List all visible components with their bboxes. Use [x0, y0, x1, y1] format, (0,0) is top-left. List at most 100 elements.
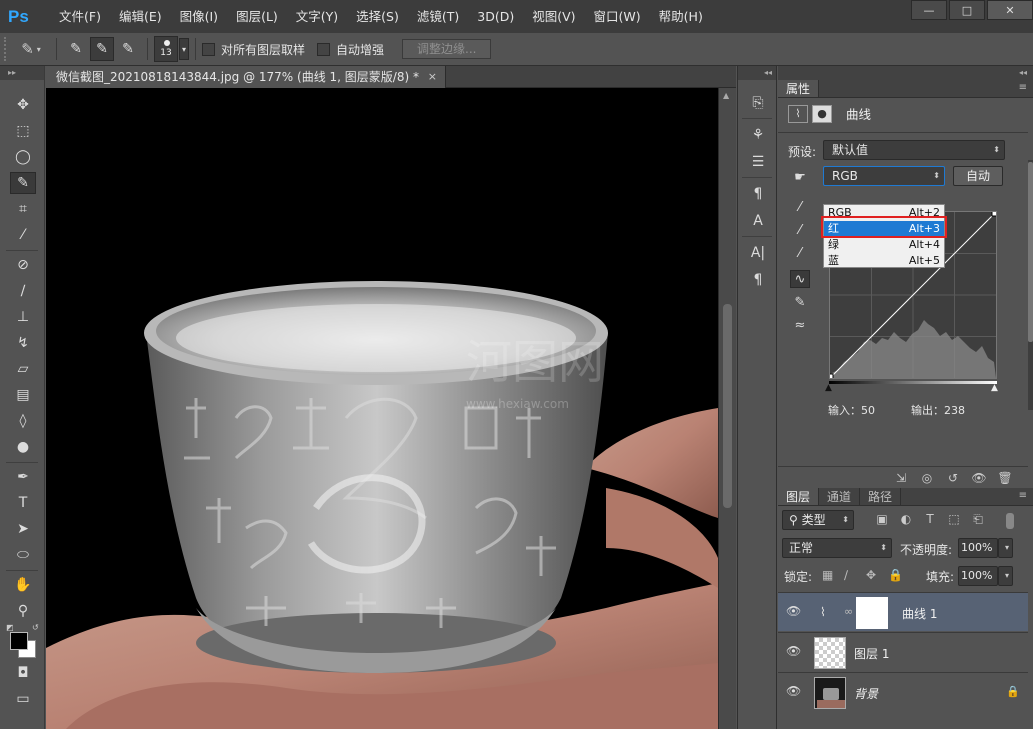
options-grip[interactable]: [4, 37, 12, 61]
layer-row-background[interactable]: 👁 背景 🔒: [778, 672, 1028, 711]
toolbox-collapse[interactable]: ▸▸: [0, 66, 44, 80]
strip-collapse[interactable]: ◂◂: [738, 66, 776, 80]
scroll-up-icon[interactable]: ▲: [723, 91, 729, 100]
eyedropper-tool[interactable]: ⁄: [10, 224, 36, 246]
eye-icon[interactable]: 👁: [786, 684, 801, 698]
type-filter-icon[interactable]: T: [918, 512, 942, 527]
close-document-icon[interactable]: ×: [428, 66, 437, 88]
target-adjust-tool[interactable]: ☛: [790, 168, 810, 186]
auto-button[interactable]: 自动: [953, 166, 1003, 186]
clone-stamp-tool[interactable]: ⊥: [10, 306, 36, 328]
channel-option-blue[interactable]: 蓝 Alt+5: [824, 253, 944, 269]
default-colors-icon[interactable]: ◩: [6, 623, 14, 632]
paragraph-styles-button[interactable]: ¶: [745, 183, 771, 205]
new-selection-button[interactable]: ✎: [64, 37, 88, 61]
layer-mask-thumbnail[interactable]: [856, 597, 888, 629]
type-tool[interactable]: T: [10, 492, 36, 514]
blend-mode-select[interactable]: 正常 ⬍: [782, 538, 892, 558]
move-tool[interactable]: ✥: [10, 94, 36, 116]
curves-adjustment-icon[interactable]: ⌇: [788, 104, 808, 123]
visibility-icon[interactable]: 👁: [966, 471, 992, 485]
menu-edit[interactable]: 编辑(E): [110, 0, 171, 33]
document-canvas[interactable]: 河图网 www.hexiaw.com: [46, 88, 718, 729]
color-swatches[interactable]: ◩ ↺: [6, 623, 42, 660]
menu-filter[interactable]: 滤镜(T): [408, 0, 468, 33]
white-point-eyedropper[interactable]: ⁄: [790, 244, 810, 262]
edit-points-tool[interactable]: ∿: [790, 270, 810, 288]
brush-presets-button[interactable]: ⚘: [745, 124, 771, 146]
dodge-tool[interactable]: ●: [10, 436, 36, 458]
reset-icon[interactable]: ↺: [940, 471, 966, 485]
layer-row-layer1[interactable]: 👁 图层 1: [778, 632, 1028, 671]
smooth-curve-tool[interactable]: ≈: [790, 316, 810, 334]
quick-selection-tool[interactable]: ✎: [10, 172, 36, 194]
pen-tool[interactable]: ✒: [10, 466, 36, 488]
mask-icon[interactable]: ●: [812, 104, 832, 123]
paragraph-panel-button[interactable]: ¶: [745, 269, 771, 291]
tab-properties[interactable]: 属性: [778, 80, 820, 97]
scrollbar-thumb[interactable]: [723, 304, 732, 508]
properties-scrollbar[interactable]: [1028, 160, 1033, 410]
path-selection-tool[interactable]: ➤: [10, 518, 36, 540]
filter-toggle[interactable]: [1006, 513, 1014, 529]
layer-row-curves[interactable]: 👁 ⌇ ∞ 曲线 1: [778, 592, 1028, 631]
eye-icon[interactable]: 👁: [786, 604, 801, 618]
delete-icon[interactable]: 🗑: [992, 471, 1018, 485]
history-panel-button[interactable]: ⎘: [745, 92, 771, 114]
lock-transparent-icon[interactable]: ▦: [822, 568, 833, 582]
opacity-dropdown[interactable]: ▾: [998, 538, 1013, 558]
eye-icon[interactable]: 👁: [786, 644, 801, 658]
menu-window[interactable]: 窗口(W): [585, 0, 650, 33]
dock-collapse[interactable]: ◂◂: [778, 66, 1033, 80]
tool-preset-picker[interactable]: ✎ ▾: [12, 37, 50, 61]
gray-point-eyedropper[interactable]: ⁄: [790, 221, 810, 239]
draw-curve-tool[interactable]: ✎: [790, 293, 810, 311]
menu-view[interactable]: 视图(V): [523, 0, 584, 33]
sample-all-layers-checkbox[interactable]: [202, 42, 215, 56]
tab-paths[interactable]: 路径: [860, 488, 902, 505]
preset-select[interactable]: 默认值 ⬍: [823, 140, 1005, 160]
channel-option-green[interactable]: 绿 Alt+4: [824, 237, 944, 253]
tab-channels[interactable]: 通道: [819, 488, 861, 505]
pixel-filter-icon[interactable]: ▣: [870, 512, 894, 527]
blur-tool[interactable]: ◊: [10, 410, 36, 432]
character-styles-button[interactable]: A: [745, 210, 771, 232]
menu-select[interactable]: 选择(S): [347, 0, 408, 33]
gradient-tool[interactable]: ▤: [10, 384, 36, 406]
smart-object-filter-icon[interactable]: ⎗: [966, 512, 990, 527]
channel-select[interactable]: RGB ⬍: [823, 166, 945, 186]
vertical-scrollbar[interactable]: ▲: [718, 88, 736, 729]
shape-tool[interactable]: ⬭: [10, 544, 36, 566]
menu-3d[interactable]: 3D(D): [468, 0, 523, 33]
history-brush-tool[interactable]: ↯: [10, 332, 36, 354]
menu-layer[interactable]: 图层(L): [227, 0, 287, 33]
menu-image[interactable]: 图像(I): [171, 0, 227, 33]
eraser-tool[interactable]: ▱: [10, 358, 36, 380]
close-button[interactable]: ✕: [987, 0, 1033, 20]
lock-position-icon[interactable]: ✥: [866, 568, 876, 582]
lock-image-icon[interactable]: ∕: [844, 568, 848, 582]
crop-tool[interactable]: ⌗: [10, 198, 36, 220]
screen-mode-button[interactable]: ▭: [10, 688, 36, 710]
filter-kind-select[interactable]: ⚲ 类型 ⬍: [782, 510, 854, 530]
subtract-selection-button[interactable]: ✎: [116, 37, 140, 61]
healing-brush-tool[interactable]: ⊘: [10, 254, 36, 276]
black-slider-icon[interactable]: ▲: [825, 383, 832, 393]
fill-dropdown[interactable]: ▾: [998, 566, 1013, 586]
brush-size-picker[interactable]: 13: [154, 36, 178, 62]
opacity-input[interactable]: 100%: [958, 538, 998, 558]
hand-tool[interactable]: ✋: [10, 574, 36, 596]
marquee-tool[interactable]: ⬚: [10, 120, 36, 142]
black-point-eyedropper[interactable]: ⁄: [790, 198, 810, 216]
brush-panel-button[interactable]: ☰: [745, 151, 771, 173]
add-to-selection-button[interactable]: ✎: [90, 37, 114, 61]
lock-all-icon[interactable]: 🔒: [888, 568, 903, 582]
brush-tool[interactable]: ∕: [10, 280, 36, 302]
brush-size-dropdown[interactable]: ▾: [179, 38, 189, 60]
quick-mask-button[interactable]: ◘: [10, 662, 36, 684]
lasso-tool[interactable]: ◯: [10, 146, 36, 168]
view-previous-icon[interactable]: ◎: [914, 471, 940, 485]
menu-file[interactable]: 文件(F): [50, 0, 110, 33]
character-panel-button[interactable]: A|: [745, 242, 771, 264]
shape-filter-icon[interactable]: ⬚: [942, 512, 966, 527]
